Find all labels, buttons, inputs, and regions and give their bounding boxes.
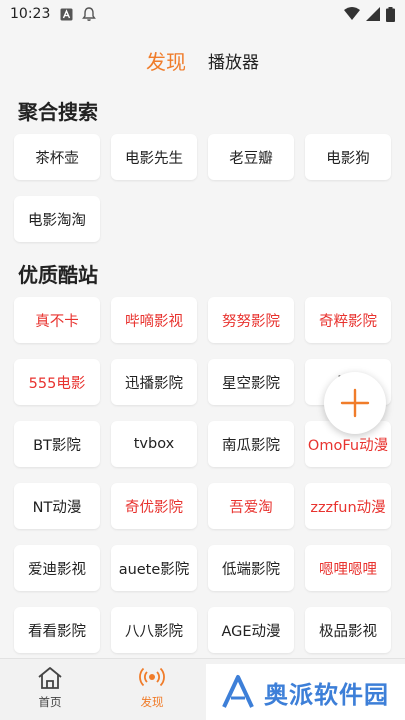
watermark: 奥派软件园 xyxy=(206,664,405,720)
home-icon xyxy=(38,667,62,689)
quality-site-chip[interactable]: 555电影 xyxy=(14,359,100,405)
quality-site-chip[interactable]: tvbox xyxy=(111,421,197,467)
quality-site-chip[interactable]: 南瓜影院 xyxy=(208,421,294,467)
quality-site-chip[interactable]: 低端影院 xyxy=(208,545,294,591)
bell-icon xyxy=(82,7,97,21)
status-right-icons xyxy=(344,6,395,22)
aggregate-search-chip[interactable]: 电影先生 xyxy=(111,134,197,180)
quality-sites-grid: 真不卡哔嘀影视努努影院奇粹影院555电影迅播影院星空影院TVBT影院tvbox南… xyxy=(14,297,391,653)
tab-discover[interactable]: 发现 xyxy=(146,46,186,75)
aggregate-search-chip[interactable]: 茶杯壶 xyxy=(14,134,100,180)
quality-site-chip[interactable]: 极品影视 xyxy=(305,607,391,653)
quality-site-chip[interactable]: 看看影院 xyxy=(14,607,100,653)
quality-site-chip[interactable]: 嗯哩嗯哩 xyxy=(305,545,391,591)
tab-player[interactable]: 播放器 xyxy=(208,48,259,73)
quality-site-chip[interactable]: 真不卡 xyxy=(14,297,100,343)
watermark-text: 奥派软件园 xyxy=(264,680,389,709)
quality-site-chip[interactable]: 迅播影院 xyxy=(111,359,197,405)
watermark-logo-icon xyxy=(222,675,254,708)
nav-label-home: 首页 xyxy=(38,695,62,709)
quality-site-chip[interactable]: 哔嘀影视 xyxy=(111,297,197,343)
status-bar: 10:23 xyxy=(0,0,405,28)
quality-site-chip[interactable]: 星空影院 xyxy=(208,359,294,405)
quality-site-chip[interactable]: BT影院 xyxy=(14,421,100,467)
quality-site-chip[interactable]: 努努影院 xyxy=(208,297,294,343)
add-button[interactable] xyxy=(324,372,386,434)
aggregate-search-grid: 茶杯壶 电影先生 老豆瓣 电影狗电影淘淘 xyxy=(14,134,391,242)
broadcast-icon xyxy=(139,667,165,687)
quality-site-chip[interactable]: zzzfun动漫 xyxy=(305,483,391,529)
quality-site-chip[interactable]: 奇优影院 xyxy=(111,483,197,529)
quality-site-chip[interactable]: AGE动漫 xyxy=(208,607,294,653)
status-time: 10:23 xyxy=(10,6,51,22)
wifi-icon xyxy=(344,7,360,20)
battery-icon xyxy=(386,6,395,22)
plus-icon xyxy=(340,388,370,418)
quality-site-chip[interactable]: 爱迪影视 xyxy=(14,545,100,591)
nav-label-discover: 发现 xyxy=(140,695,164,709)
top-tabs: 发现 播放器 xyxy=(0,42,405,78)
nav-item-discover[interactable]: 发现 xyxy=(122,665,182,710)
nav-item-home[interactable]: 首页 xyxy=(20,665,80,710)
quality-site-chip[interactable]: 奇粹影院 xyxy=(305,297,391,343)
aggregate-search-chip[interactable]: 电影淘淘 xyxy=(14,196,100,242)
section-title-aggregate-search: 聚合搜索 xyxy=(18,100,98,124)
quality-site-chip[interactable]: NT动漫 xyxy=(14,483,100,529)
notification-app-icon xyxy=(60,8,73,20)
section-title-quality-sites: 优质酷站 xyxy=(18,263,98,287)
status-left-icons xyxy=(60,6,97,22)
quality-site-chip[interactable]: 八八影院 xyxy=(111,607,197,653)
cellular-signal-icon xyxy=(366,7,380,21)
aggregate-search-chip[interactable]: 电影狗 xyxy=(305,134,391,180)
quality-site-chip[interactable]: 吾爱淘 xyxy=(208,483,294,529)
quality-site-chip[interactable]: auete影院 xyxy=(111,545,197,591)
aggregate-search-chip[interactable]: 老豆瓣 xyxy=(208,134,294,180)
